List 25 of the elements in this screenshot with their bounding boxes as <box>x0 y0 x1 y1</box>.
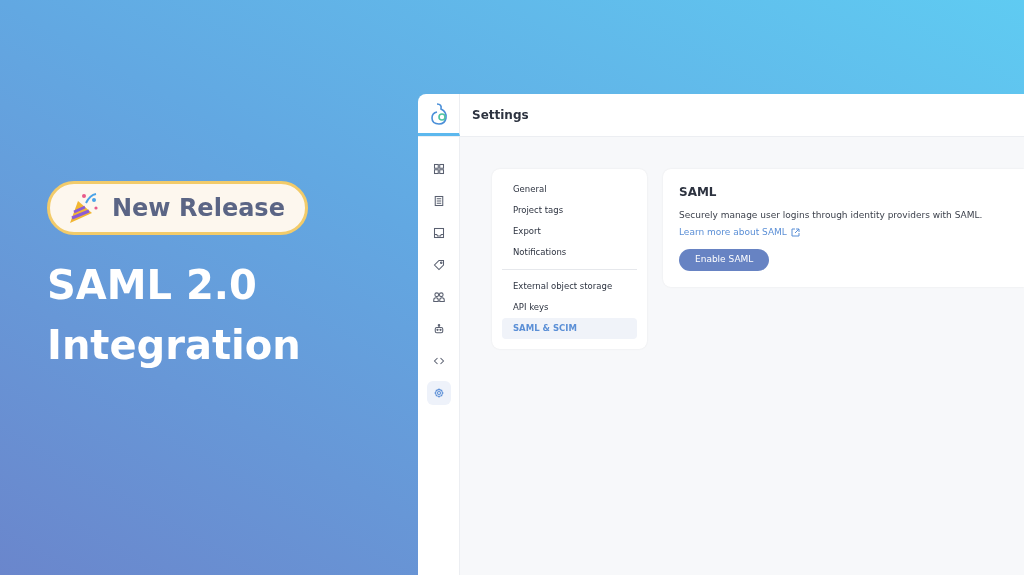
enable-saml-button[interactable]: Enable SAML <box>679 249 770 271</box>
code-icon <box>432 355 445 367</box>
external-link-icon <box>790 227 800 237</box>
card-description: Securely manage user logins through identity providers with SAML. <box>679 209 983 222</box>
settings-nav-item[interactable]: General <box>502 179 637 200</box>
page-title: Settings <box>472 107 529 124</box>
document-icon <box>432 195 445 207</box>
settings-icon <box>432 387 445 399</box>
logo-icon[interactable] <box>428 101 449 126</box>
robot-icon <box>432 323 445 335</box>
settings-nav-item[interactable]: Export <box>502 221 637 242</box>
sidebar-button[interactable] <box>426 381 451 405</box>
card-title: SAML <box>679 184 717 201</box>
release-badge: New Release <box>47 180 308 235</box>
headline: SAML 2.0 <box>47 260 257 310</box>
settings-nav-item[interactable]: External object storage <box>502 276 637 297</box>
users-icon <box>432 291 445 303</box>
inbox-icon <box>432 227 445 239</box>
settings-nav-item[interactable]: Notifications <box>502 242 637 263</box>
settings-nav-item[interactable]: API keys <box>502 297 637 318</box>
learn-more-link[interactable]: Learn more about SAML <box>679 225 800 239</box>
tag-icon <box>432 259 445 271</box>
headline: Integration <box>47 320 301 370</box>
settings-nav-item[interactable]: Project tags <box>502 200 637 221</box>
grid-icon <box>432 163 445 175</box>
